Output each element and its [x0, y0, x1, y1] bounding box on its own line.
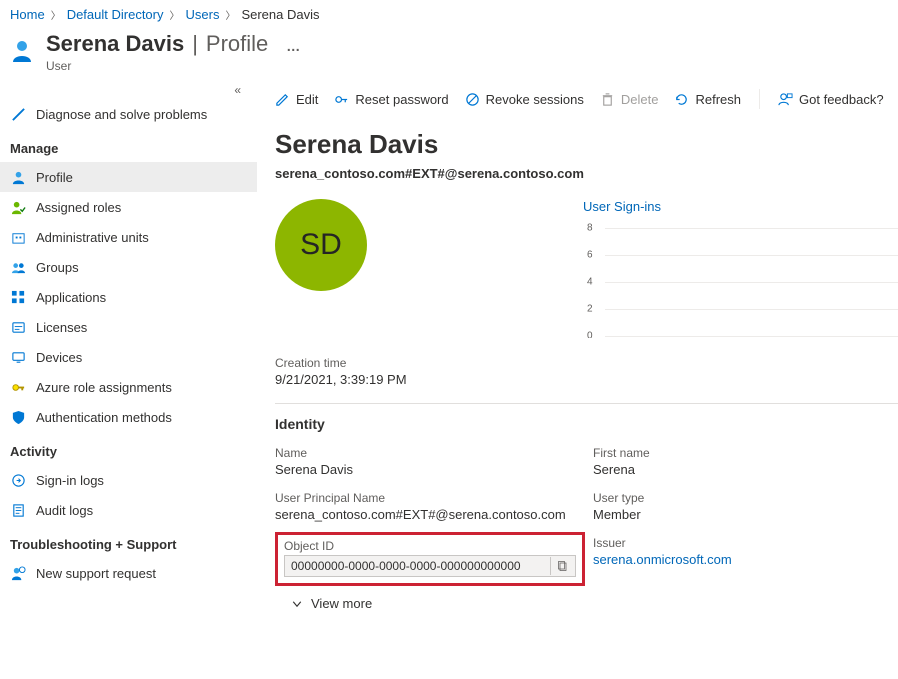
- license-icon: [10, 319, 26, 335]
- apps-icon: [10, 289, 26, 305]
- copy-object-id-button[interactable]: [550, 557, 575, 575]
- sidebar-item-label: Assigned roles: [36, 200, 121, 215]
- sidebar-group-support: Troubleshooting + Support: [0, 525, 257, 558]
- sidebar-item-label: Groups: [36, 260, 79, 275]
- chevron-right-icon: 〉: [170, 7, 180, 22]
- creation-time-label: Creation time: [275, 356, 898, 370]
- log-icon: [10, 502, 26, 518]
- sidebar-item-label: Authentication methods: [36, 410, 172, 425]
- sidebar-item-label: Licenses: [36, 320, 87, 335]
- section-identity: Identity: [275, 416, 898, 432]
- delete-button: Delete: [600, 92, 659, 107]
- sidebar-item-audit-logs[interactable]: Audit logs: [0, 495, 257, 525]
- sidebar-item-devices[interactable]: Devices: [0, 342, 257, 372]
- sidebar-item-label: Azure role assignments: [36, 380, 172, 395]
- sidebar-item-label: Profile: [36, 170, 73, 185]
- sidebar-item-profile[interactable]: Profile: [0, 162, 257, 192]
- sidebar-item-auth-methods[interactable]: Authentication methods: [0, 402, 257, 432]
- sidebar-item-label: Applications: [36, 290, 106, 305]
- chevron-right-icon: 〉: [51, 7, 61, 22]
- breadcrumb: Home 〉 Default Directory 〉 Users 〉 Seren…: [0, 0, 898, 27]
- issuer-link[interactable]: serena.onmicrosoft.com: [593, 552, 898, 567]
- support-icon: [10, 565, 26, 581]
- copy-icon: [557, 560, 569, 572]
- breadcrumb-current: Serena Davis: [241, 7, 319, 22]
- sidebar-group-activity: Activity: [0, 432, 257, 465]
- refresh-icon: [674, 92, 689, 107]
- field-object-id-highlight: Object ID 00000000-0000-0000-0000-000000…: [275, 532, 585, 586]
- main-panel: Edit Reset password Revoke sessions Dele…: [257, 79, 898, 679]
- feedback-icon: [778, 92, 793, 107]
- object-id-copybox: 00000000-0000-0000-0000-000000000000: [284, 555, 576, 577]
- feedback-button[interactable]: Got feedback?: [778, 92, 884, 107]
- person-icon: [10, 169, 26, 185]
- edit-icon: [275, 92, 290, 107]
- field-first-name: First name Serena: [593, 446, 898, 477]
- refresh-button[interactable]: Refresh: [674, 92, 741, 107]
- page-header: Serena Davis | Profile … User: [0, 27, 898, 73]
- sidebar-item-label: New support request: [36, 566, 156, 581]
- sidebar-item-assigned-roles[interactable]: Assigned roles: [0, 192, 257, 222]
- signins-link[interactable]: User Sign-ins: [583, 199, 898, 214]
- field-issuer: Issuer serena.onmicrosoft.com: [593, 536, 898, 586]
- command-bar: Edit Reset password Revoke sessions Dele…: [275, 85, 898, 115]
- sidebar-item-applications[interactable]: Applications: [0, 282, 257, 312]
- sidebar-item-diagnose[interactable]: Diagnose and solve problems: [0, 99, 257, 129]
- building-icon: [10, 229, 26, 245]
- revoke-icon: [465, 92, 480, 107]
- reset-password-button[interactable]: Reset password: [334, 92, 448, 107]
- breadcrumb-directory[interactable]: Default Directory: [67, 7, 164, 22]
- sidebar-item-label: Devices: [36, 350, 82, 365]
- sidebar-item-new-support[interactable]: New support request: [0, 558, 257, 588]
- key-icon: [10, 379, 26, 395]
- sidebar-group-manage: Manage: [0, 129, 257, 162]
- signins-chart: 8 6 4 2 0: [583, 218, 898, 338]
- sidebar: « Diagnose and solve problems Manage Pro…: [0, 79, 257, 679]
- key-icon: [334, 92, 349, 107]
- person-check-icon: [10, 199, 26, 215]
- wrench-icon: [10, 106, 26, 122]
- avatar: SD: [275, 199, 367, 291]
- sidebar-item-admin-units[interactable]: Administrative units: [0, 222, 257, 252]
- display-name: Serena Davis: [275, 129, 898, 160]
- device-icon: [10, 349, 26, 365]
- sidebar-item-signin-logs[interactable]: Sign-in logs: [0, 465, 257, 495]
- signin-icon: [10, 472, 26, 488]
- field-user-type: User type Member: [593, 491, 898, 522]
- breadcrumb-users[interactable]: Users: [186, 7, 220, 22]
- more-button[interactable]: …: [276, 38, 302, 54]
- collapse-sidebar-button[interactable]: «: [0, 79, 257, 99]
- field-upn: User Principal Name serena_contoso.com#E…: [275, 491, 585, 522]
- upn-display: serena_contoso.com#EXT#@serena.contoso.c…: [275, 166, 898, 181]
- creation-time-value: 9/21/2021, 3:39:19 PM: [275, 372, 898, 387]
- sidebar-item-label: Diagnose and solve problems: [36, 107, 207, 122]
- sidebar-item-label: Audit logs: [36, 503, 93, 518]
- field-name: Name Serena Davis: [275, 446, 585, 477]
- chevron-right-icon: 〉: [225, 7, 235, 22]
- page-subtitle: User: [46, 59, 302, 73]
- people-icon: [10, 259, 26, 275]
- revoke-sessions-button[interactable]: Revoke sessions: [465, 92, 584, 107]
- sidebar-item-licenses[interactable]: Licenses: [0, 312, 257, 342]
- sidebar-item-azure-roles[interactable]: Azure role assignments: [0, 372, 257, 402]
- breadcrumb-home[interactable]: Home: [10, 7, 45, 22]
- sidebar-item-label: Sign-in logs: [36, 473, 104, 488]
- sidebar-item-groups[interactable]: Groups: [0, 252, 257, 282]
- user-icon: [10, 39, 34, 66]
- page-title: Serena Davis: [46, 31, 184, 57]
- edit-button[interactable]: Edit: [275, 92, 318, 107]
- chevron-down-icon: [291, 598, 303, 610]
- sidebar-item-label: Administrative units: [36, 230, 149, 245]
- trash-icon: [600, 92, 615, 107]
- page-section: Profile: [206, 31, 268, 57]
- shield-icon: [10, 409, 26, 425]
- view-more-button[interactable]: View more: [275, 586, 372, 611]
- object-id-value: 00000000-0000-0000-0000-000000000000: [285, 556, 550, 576]
